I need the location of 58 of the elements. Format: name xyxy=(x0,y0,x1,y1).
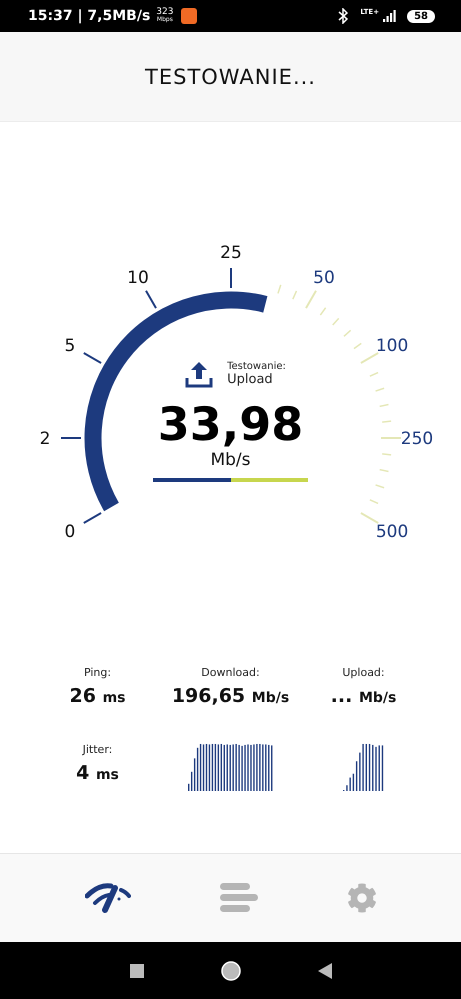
scale-label: 250 xyxy=(400,429,434,449)
scale-tick xyxy=(360,512,379,524)
scale-tick xyxy=(320,307,326,316)
scale-tick xyxy=(375,388,384,392)
app-icon xyxy=(181,8,198,24)
settings-icon xyxy=(346,883,376,913)
stat-label: Ping: xyxy=(84,666,112,679)
scale-label: 100 xyxy=(376,336,408,356)
scale-tick xyxy=(380,468,389,472)
scale-label: 0 xyxy=(64,522,76,542)
scale-tick xyxy=(375,484,384,488)
stat-value: ... Mb/s xyxy=(330,685,396,707)
recents-icon[interactable] xyxy=(130,964,144,978)
speed-unit: Mb/s xyxy=(210,450,251,470)
screen-title: TESTOWANIE... xyxy=(145,64,316,88)
scale-label: 50 xyxy=(313,268,335,288)
scale-tick xyxy=(145,290,157,309)
scale-tick xyxy=(354,342,362,350)
speed-value: 33,98 xyxy=(158,398,304,450)
bluetooth-icon xyxy=(338,8,348,24)
home-icon[interactable] xyxy=(220,960,242,982)
scale-tick xyxy=(83,512,102,524)
scale-tick xyxy=(370,372,378,377)
upload-icon xyxy=(185,360,214,388)
scale-tick xyxy=(360,352,379,364)
scale-tick xyxy=(61,437,81,439)
scale-tick xyxy=(277,284,282,294)
stat-label: Upload: xyxy=(342,666,385,679)
scale-tick xyxy=(382,420,392,423)
scale-tick xyxy=(381,437,401,439)
network-rate: 323 xyxy=(156,8,174,16)
status-time: 15:37 | 7,5MB/s xyxy=(28,8,150,24)
battery-level: 58 xyxy=(407,10,435,22)
scale-tick xyxy=(343,330,352,337)
signal-icon xyxy=(383,10,398,22)
scale-tick xyxy=(382,453,392,456)
stat-value: 4 ms xyxy=(76,762,119,784)
scale-label: 10 xyxy=(127,268,149,288)
stat-value: 26 ms xyxy=(70,685,126,707)
scale-tick xyxy=(370,499,378,504)
scale-tick xyxy=(230,268,232,288)
scale-tick xyxy=(83,352,102,364)
stat-label: Jitter: xyxy=(82,743,112,756)
scale-label: 2 xyxy=(40,429,50,449)
scale-label: 500 xyxy=(376,522,408,542)
scale-tick xyxy=(380,404,389,408)
stat-label: Download: xyxy=(201,666,260,679)
list-icon xyxy=(220,883,258,913)
status-value: Upload xyxy=(227,372,274,387)
status-label: Testowanie: xyxy=(227,361,286,372)
scale-tick xyxy=(305,290,317,309)
scale-tick xyxy=(292,290,298,300)
scale-label: 25 xyxy=(220,243,242,263)
speedometer-icon xyxy=(84,882,130,914)
back-icon[interactable] xyxy=(318,962,332,978)
scale-label: 5 xyxy=(64,336,76,356)
stat-value: 196,65 Mb/s xyxy=(172,685,290,707)
scale-tick xyxy=(332,318,340,326)
